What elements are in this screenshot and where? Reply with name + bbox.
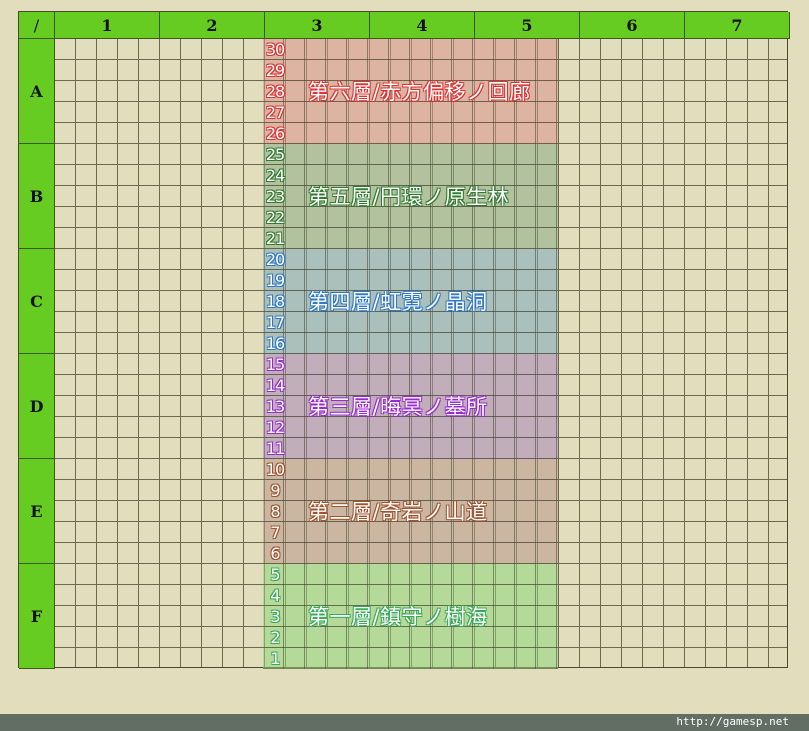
floor-number: 26	[265, 124, 285, 143]
stratum-title: 第二層/奇岩ノ山道	[308, 500, 488, 524]
row-header-b: B	[19, 144, 55, 249]
floor-number: 16	[265, 334, 285, 353]
floor-number: 6	[270, 544, 280, 563]
floor-number: 28	[265, 82, 285, 101]
map-grid: 30 29 28 27 26 第六層/赤方偏移ノ回廊 25 24 23 22 21 第五層/円環ノ原生…	[18, 11, 790, 669]
floor-number: 12	[265, 418, 285, 437]
floor-number: 14	[265, 376, 285, 395]
floor-number: 7	[270, 523, 280, 542]
floor-number: 22	[265, 208, 285, 227]
column-header-7: 7	[685, 12, 790, 39]
column-header-5: 5	[475, 12, 580, 39]
stratum-title: 第四層/虹霓ノ晶洞	[308, 290, 488, 314]
row-header-c: C	[19, 249, 55, 354]
row-header-a: A	[19, 39, 55, 144]
floor-number: 3	[270, 607, 280, 626]
floor-number: 15	[265, 355, 285, 374]
corner-cell: /	[19, 12, 55, 39]
floor-number: 27	[265, 103, 285, 122]
floor-band: 10 9 8 7 6 第二層/奇岩ノ山道	[263, 459, 558, 564]
row-header-f: F	[19, 564, 55, 669]
floor-number: 8	[270, 502, 280, 521]
floor-number: 13	[265, 397, 285, 416]
floor-number: 1	[270, 649, 280, 668]
column-header-3: 3	[265, 12, 370, 39]
row-header-e: E	[19, 459, 55, 564]
floor-number: 23	[265, 187, 285, 206]
floor-number: 24	[265, 166, 285, 185]
stratum-title: 第六層/赤方偏移ノ回廊	[308, 80, 531, 104]
column-header-6: 6	[580, 12, 685, 39]
floor-band: 15 14 13 12 11 第三層/晦冥ノ墓所	[263, 354, 558, 459]
floor-number: 19	[265, 271, 285, 290]
floor-number: 11	[265, 439, 285, 458]
floor-number: 29	[265, 61, 285, 80]
floor-number: 10	[265, 460, 285, 479]
column-header-1: 1	[55, 12, 160, 39]
floor-number: 20	[265, 250, 285, 269]
floor-band: 20 19 18 17 16 第四層/虹霓ノ晶洞	[263, 249, 558, 354]
floor-number: 25	[265, 145, 285, 164]
column-header-4: 4	[370, 12, 475, 39]
floor-number: 17	[265, 313, 285, 332]
floor-number: 18	[265, 292, 285, 311]
floor-band: 30 29 28 27 26 第六層/赤方偏移ノ回廊	[263, 39, 558, 144]
floor-number: 4	[270, 586, 280, 605]
site-credit: http://gamesp.net	[676, 715, 789, 728]
floor-number: 2	[270, 628, 280, 647]
floor-band: 5 4 3 2 1 第一層/鎮守ノ樹海	[263, 564, 558, 669]
stratum-title: 第一層/鎮守ノ樹海	[308, 605, 488, 629]
footer-bar: http://gamesp.net	[0, 714, 809, 731]
floor-number: 21	[265, 229, 285, 248]
row-header-d: D	[19, 354, 55, 459]
floor-number: 30	[265, 40, 285, 59]
stratum-title: 第三層/晦冥ノ墓所	[308, 395, 488, 419]
floor-band: 25 24 23 22 21 第五層/円環ノ原生林	[263, 144, 558, 249]
column-header-2: 2	[160, 12, 265, 39]
floor-number: 9	[270, 481, 280, 500]
floor-number: 5	[270, 565, 280, 584]
stratum-title: 第五層/円環ノ原生林	[308, 185, 510, 209]
